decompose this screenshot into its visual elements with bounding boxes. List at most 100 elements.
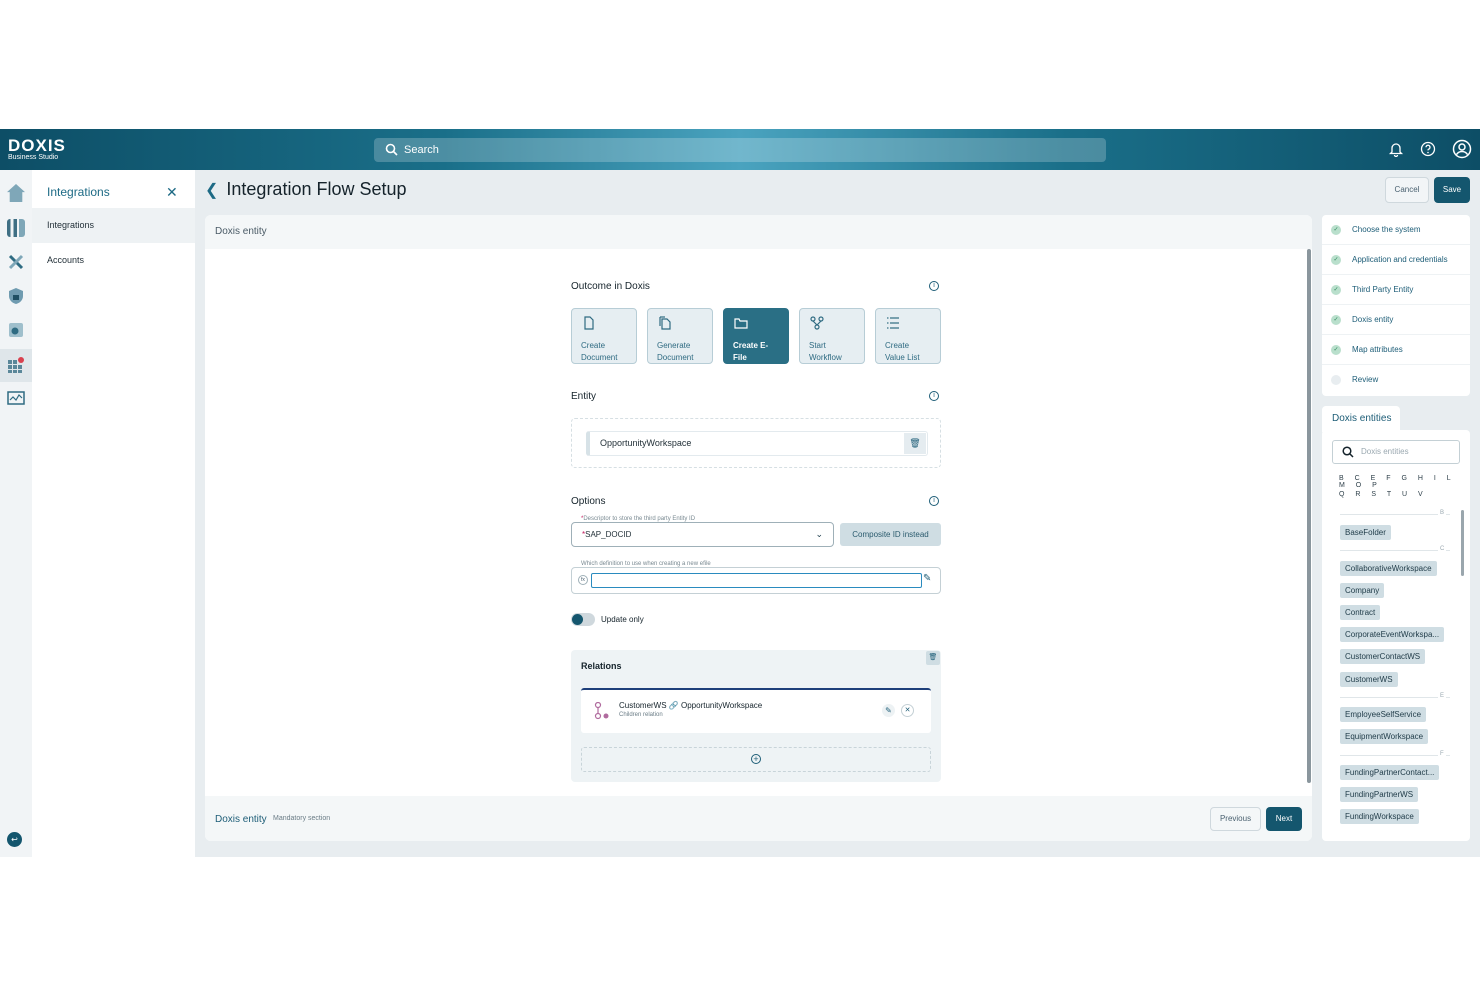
relation-title: CustomerWS 🔗 OpportunityWorkspace bbox=[619, 701, 762, 710]
tab-doxis-entities[interactable]: Doxis entities bbox=[1322, 406, 1400, 432]
entity-chip[interactable]: CorporateEventWorkspa... bbox=[1340, 627, 1445, 642]
security-icon[interactable] bbox=[7, 287, 25, 305]
group-divider bbox=[1340, 550, 1450, 551]
trash-icon[interactable]: 🗑 bbox=[926, 651, 940, 665]
search-icon bbox=[1342, 446, 1354, 458]
edit-icon[interactable]: ✎ bbox=[882, 704, 895, 717]
cancel-button[interactable]: Cancel bbox=[1385, 177, 1429, 203]
close-icon[interactable]: ✕ bbox=[901, 704, 914, 717]
info-icon[interactable]: i bbox=[929, 281, 939, 291]
main-panel: Doxis entity Outcome in Doxis i Create Do… bbox=[205, 215, 1312, 841]
entity-chip[interactable]: FundingPartnerWS bbox=[1340, 787, 1419, 802]
previous-button[interactable]: Previous bbox=[1210, 807, 1261, 831]
step-review[interactable]: Review bbox=[1322, 365, 1470, 395]
collapse-icon[interactable]: ↩ bbox=[7, 832, 22, 847]
outcome-card-create-document[interactable]: Create Document bbox=[571, 308, 637, 364]
update-only-label: Update only bbox=[601, 615, 644, 624]
descriptor-select[interactable]: *SAP_DOCID ⌄ bbox=[571, 522, 834, 547]
panel-footer: Doxis entity Mandatory section Previous … bbox=[205, 796, 1312, 841]
step-choose-system[interactable]: ✓ Choose the system bbox=[1322, 215, 1470, 245]
outcome-card-start-workflow[interactable]: Start Workflow bbox=[799, 308, 865, 364]
scrollbar[interactable] bbox=[1461, 510, 1464, 576]
sidebar: Integrations ✕ Integrations Accounts bbox=[32, 170, 195, 857]
next-button[interactable]: Next bbox=[1266, 807, 1302, 831]
step-third-party-entity[interactable]: ✓ Third Party Entity bbox=[1322, 275, 1470, 305]
entity-chip[interactable]: EmployeeSelfService bbox=[1340, 707, 1427, 722]
card-line: Create bbox=[885, 341, 910, 350]
help-icon[interactable] bbox=[1419, 141, 1437, 159]
entity-chip[interactable]: Company bbox=[1340, 583, 1385, 598]
top-bar: DOXIS Business Studio Search bbox=[0, 129, 1480, 170]
entity-chip[interactable]: CustomerWS bbox=[1340, 672, 1398, 687]
card-line: Document bbox=[581, 353, 618, 362]
step-label: Map attributes bbox=[1352, 345, 1403, 354]
entity-chip[interactable]: FundingPartnerContact... bbox=[1340, 765, 1440, 780]
toggle-knob bbox=[572, 614, 583, 625]
letter-filter-row[interactable]: Q R S T U V bbox=[1339, 491, 1427, 498]
logo[interactable]: DOXIS Business Studio bbox=[8, 137, 66, 162]
bell-icon[interactable] bbox=[1387, 141, 1405, 159]
close-icon[interactable]: ✕ bbox=[166, 184, 178, 201]
relation-type: Children relation bbox=[619, 712, 663, 718]
definition-field: fx ✎ bbox=[571, 567, 941, 594]
group-letter: F bbox=[1438, 751, 1446, 757]
entity-chip[interactable]: BaseFolder bbox=[1340, 525, 1391, 540]
step-doxis-entity[interactable]: ✓ Doxis entity bbox=[1322, 305, 1470, 335]
relation-icon bbox=[594, 702, 609, 720]
entities-search-placeholder: Doxis entities bbox=[1361, 447, 1409, 456]
library-icon[interactable] bbox=[7, 219, 25, 237]
card-line: File bbox=[733, 353, 747, 362]
info-icon[interactable]: i bbox=[929, 496, 939, 506]
monitor-chart-icon[interactable] bbox=[7, 390, 25, 408]
outcome-card-generate-document[interactable]: Generate Document bbox=[647, 308, 713, 364]
sidebar-item-integrations[interactable]: Integrations bbox=[32, 208, 195, 243]
chevron-down-icon: ⌄ bbox=[815, 529, 823, 539]
card-line: Value List bbox=[885, 353, 920, 362]
entity-chip[interactable]: CustomerContactWS bbox=[1340, 649, 1426, 664]
entities-search-input[interactable]: Doxis entities bbox=[1332, 440, 1460, 464]
entity-label: Entity bbox=[571, 391, 597, 402]
scrollbar[interactable] bbox=[1307, 249, 1311, 783]
save-button[interactable]: Save bbox=[1434, 177, 1470, 203]
options-label: Options bbox=[571, 496, 606, 507]
update-only-toggle[interactable] bbox=[571, 613, 595, 626]
check-icon: ✓ bbox=[1331, 255, 1341, 265]
entity-field[interactable]: OpportunityWorkspace 🗑 bbox=[586, 431, 928, 456]
tools-icon[interactable] bbox=[7, 253, 25, 271]
document-icon bbox=[584, 316, 594, 330]
outcome-card-create-efile[interactable]: Create E- File bbox=[723, 308, 789, 364]
card-line: Create E- bbox=[733, 341, 769, 350]
add-relation-button[interactable]: + bbox=[581, 747, 931, 772]
step-map-attributes[interactable]: ✓ Map attributes bbox=[1322, 335, 1470, 365]
pending-icon bbox=[1331, 375, 1341, 385]
relation-source: CustomerWS bbox=[619, 701, 667, 710]
composite-id-button[interactable]: Composite ID instead bbox=[840, 523, 941, 546]
trash-icon[interactable]: 🗑 bbox=[904, 433, 926, 454]
entity-chip[interactable]: FundingWorkspace bbox=[1340, 809, 1419, 824]
check-icon: ✓ bbox=[1331, 285, 1341, 295]
back-chevron-icon[interactable]: ❮ bbox=[205, 182, 218, 199]
entity-chip[interactable]: CollaborativeWorkspace bbox=[1340, 561, 1437, 576]
letter-filter-row[interactable]: B C E F G H I L M O P bbox=[1339, 475, 1470, 489]
relation-item[interactable]: CustomerWS 🔗 OpportunityWorkspace Childr… bbox=[581, 688, 931, 733]
search-icon bbox=[385, 143, 398, 156]
home-icon[interactable] bbox=[7, 184, 25, 202]
outcome-label: Outcome in Doxis bbox=[571, 281, 650, 292]
sidebar-item-accounts[interactable]: Accounts bbox=[32, 243, 195, 278]
edit-icon[interactable]: ✎ bbox=[923, 573, 931, 584]
group-divider bbox=[1340, 514, 1450, 515]
entity-chip[interactable]: Contract bbox=[1340, 605, 1381, 620]
definition-input[interactable] bbox=[591, 573, 922, 588]
database-icon[interactable] bbox=[7, 321, 25, 339]
info-icon[interactable]: i bbox=[929, 391, 939, 401]
user-avatar-icon[interactable] bbox=[1452, 139, 1472, 159]
step-application-credentials[interactable]: ✓ Application and credentials bbox=[1322, 245, 1470, 275]
check-icon: ✓ bbox=[1331, 315, 1341, 325]
apps-grid-icon[interactable] bbox=[7, 356, 25, 374]
step-label: Choose the system bbox=[1352, 225, 1421, 234]
outcome-card-create-value-list[interactable]: Create Value List bbox=[875, 308, 941, 364]
entity-chip[interactable]: EquipmentWorkspace bbox=[1340, 729, 1429, 744]
descriptor-value: SAP_DOCID bbox=[585, 530, 632, 539]
search-input[interactable]: Search bbox=[374, 138, 1106, 162]
list-icon bbox=[887, 317, 899, 329]
